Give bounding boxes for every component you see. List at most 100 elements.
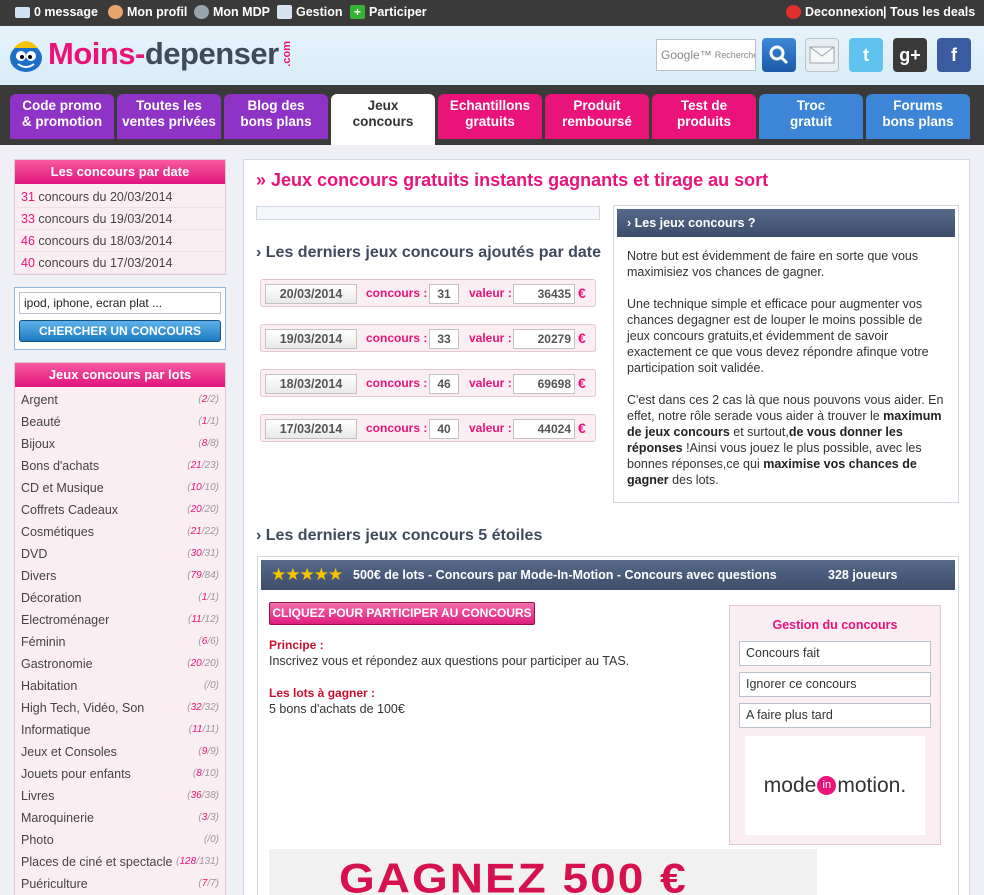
tab-forums[interactable]: Forums bons plans <box>866 94 970 139</box>
tab-blog[interactable]: Blog des bons plans <box>224 94 328 139</box>
lot-count: (32/32) <box>187 702 219 713</box>
concours-card: ★★★★★ 500€ de lots - Concours par Mode-I… <box>257 556 959 895</box>
date-item[interactable]: 33 concours du 19/03/2014 <box>15 208 225 230</box>
ignore-concours-button[interactable]: Ignorer ce concours <box>739 672 931 697</box>
tab-ventes-privees[interactable]: Toutes les ventes privées <box>117 94 221 139</box>
concours-search-input[interactable]: ipod, iphone, ecran plat ... <box>19 292 221 314</box>
valeur-amount: 36435 <box>513 284 575 304</box>
gestion-link[interactable]: Gestion <box>277 5 343 19</box>
lot-count: (30/31) <box>187 548 219 559</box>
do-later-button[interactable]: A faire plus tard <box>739 703 931 728</box>
lot-count: (21/23) <box>187 460 219 471</box>
lot-category-item[interactable]: Livres (36/38) <box>15 785 225 807</box>
lot-category-item[interactable]: Electroménager (11/12) <box>15 609 225 631</box>
latest-date-row[interactable]: 18/03/2014 concours : 46 valeur : 69698 … <box>260 369 596 397</box>
latest-date-row[interactable]: 19/03/2014 concours : 33 valeur : 20279 … <box>260 324 596 352</box>
chevron-right-icon: › <box>256 244 262 261</box>
sidebar: Les concours par date 31 concours du 20/… <box>14 159 226 895</box>
lot-category-item[interactable]: Jouets pour enfants (8/10) <box>15 763 225 785</box>
date-field[interactable]: 17/03/2014 <box>265 419 357 439</box>
dates-title: Les concours par date <box>15 160 225 184</box>
date-item[interactable]: 31 concours du 20/03/2014 <box>15 186 225 208</box>
date-field[interactable]: 18/03/2014 <box>265 374 357 394</box>
lot-count: (20/20) <box>187 658 219 669</box>
lot-category-item[interactable]: Bons d'achats (21/23) <box>15 455 225 477</box>
date-field[interactable]: 19/03/2014 <box>265 329 357 349</box>
latest-date-row[interactable]: 20/03/2014 concours : 31 valeur : 36435 … <box>260 279 596 307</box>
concours-done-button[interactable]: Concours fait <box>739 641 931 666</box>
search-button-icon[interactable] <box>762 38 796 72</box>
tab-test-produits[interactable]: Test de produits <box>652 94 756 139</box>
lot-category-item[interactable]: Informatique (11/11) <box>15 719 225 741</box>
date-item[interactable]: 40 concours du 17/03/2014 <box>15 252 225 274</box>
dates-box: Les concours par date 31 concours du 20/… <box>14 159 226 275</box>
lot-category-item[interactable]: Puériculture (7/7) <box>15 873 225 895</box>
lot-category-item[interactable]: DVD (30/31) <box>15 543 225 565</box>
concours-card-title[interactable]: 500€ de lots - Concours par Mode-In-Moti… <box>353 560 777 590</box>
lot-count: (36/38) <box>187 790 219 801</box>
lot-category-item[interactable]: Maroquinerie (3/3) <box>15 807 225 829</box>
messages-link[interactable]: 0 message <box>15 5 98 19</box>
tab-produit-rembourse[interactable]: Produit remboursé <box>545 94 649 139</box>
latest-date-row[interactable]: 17/03/2014 concours : 40 valeur : 44024 … <box>260 414 596 442</box>
lots-label: Les lots à gagner : <box>269 686 376 700</box>
lot-category-item[interactable]: Bijoux (8/8) <box>15 433 225 455</box>
facebook-icon[interactable]: f <box>937 38 971 72</box>
valeur-amount: 20279 <box>513 329 575 349</box>
top-bar: 0 message Mon profil Mon MDP Gestion + Pa… <box>0 0 984 26</box>
lot-category-item[interactable]: Coffrets Cadeaux (20/20) <box>15 499 225 521</box>
latest-title: › Les derniers jeux concours ajoutés par… <box>256 244 602 261</box>
info-title: › Les jeux concours ? <box>617 209 955 237</box>
password-link[interactable]: Mon MDP <box>194 5 270 19</box>
valeur-label: valeur : <box>469 331 512 345</box>
date-field[interactable]: 20/03/2014 <box>265 284 357 304</box>
concours-label: concours : <box>366 376 428 390</box>
concours-label: concours : <box>366 331 428 345</box>
concours-search-button[interactable]: CHERCHER UN CONCOURS <box>19 320 221 342</box>
date-item[interactable]: 46 concours du 18/03/2014 <box>15 230 225 252</box>
principe-label: Principe : <box>269 638 324 652</box>
tab-echantillons[interactable]: Echantillons gratuits <box>438 94 542 139</box>
participate-button[interactable]: CLIQUEZ POUR PARTICIPER AU CONCOURS <box>269 602 535 625</box>
lot-category-item[interactable]: Cosmétiques (21/22) <box>15 521 225 543</box>
tab-troc[interactable]: Troc gratuit <box>759 94 863 139</box>
concours-card-header[interactable]: ★★★★★ 500€ de lots - Concours par Mode-I… <box>261 560 955 590</box>
mail-icon[interactable] <box>805 38 839 72</box>
lot-category-item[interactable]: Habitation (/0) <box>15 675 225 697</box>
concours-label: concours : <box>366 421 428 435</box>
lot-category-item[interactable]: Féminin (6/6) <box>15 631 225 653</box>
all-deals-link[interactable]: Tous les deals <box>890 5 975 19</box>
valeur-label: valeur : <box>469 376 512 390</box>
tab-jeux-concours[interactable]: Jeux concours <box>331 94 435 145</box>
lot-category-item[interactable]: Décoration (1/1) <box>15 587 225 609</box>
header: Moins-depenser .com Google™ Recherche t g… <box>0 26 984 85</box>
lot-category-item[interactable]: Argent (2/2) <box>15 389 225 411</box>
euro-sign: € <box>578 330 586 346</box>
page-title: » Jeux concours gratuits instants gagnan… <box>256 170 769 190</box>
profile-link[interactable]: Mon profil <box>108 5 187 19</box>
lot-category-item[interactable]: Divers (79/84) <box>15 565 225 587</box>
lot-category-item[interactable]: Photo (/0) <box>15 829 225 851</box>
lot-category-item[interactable]: Gastronomie (20/20) <box>15 653 225 675</box>
site-logo[interactable]: Moins-depenser .com <box>8 34 293 74</box>
lot-count: (/0) <box>203 680 219 691</box>
google-plus-icon[interactable]: g+ <box>893 38 927 72</box>
main-nav: Code promo & promotion Toutes les ventes p… <box>0 85 984 145</box>
lot-category-item[interactable]: CD et Musique (10/10) <box>15 477 225 499</box>
lot-count: (10/10) <box>187 482 219 493</box>
logout-link[interactable]: Deconnexion <box>786 5 884 19</box>
participer-link[interactable]: + Participer <box>350 5 427 19</box>
concours-banner[interactable]: GAGNEZ 500 € <box>269 849 817 895</box>
twitter-icon[interactable]: t <box>849 38 883 72</box>
lot-category-item[interactable]: Places de ciné et spectacle (128/131) <box>15 851 225 873</box>
lot-category-item[interactable]: High Tech, Vidéo, Son (32/32) <box>15 697 225 719</box>
tab-code-promo[interactable]: Code promo & promotion <box>10 94 114 139</box>
valeur-label: valeur : <box>469 421 512 435</box>
five-star-rating-icon: ★★★★★ <box>271 565 343 584</box>
brand-logo[interactable]: mode in motion. <box>745 736 925 835</box>
lot-category-item[interactable]: Beauté (1/1) <box>15 411 225 433</box>
lot-category-item[interactable]: Jeux et Consoles (9/9) <box>15 741 225 763</box>
google-search-input[interactable]: Google™ Recherche <box>656 39 756 71</box>
envelope-icon <box>15 6 30 18</box>
lot-count: (8/10) <box>192 768 219 779</box>
